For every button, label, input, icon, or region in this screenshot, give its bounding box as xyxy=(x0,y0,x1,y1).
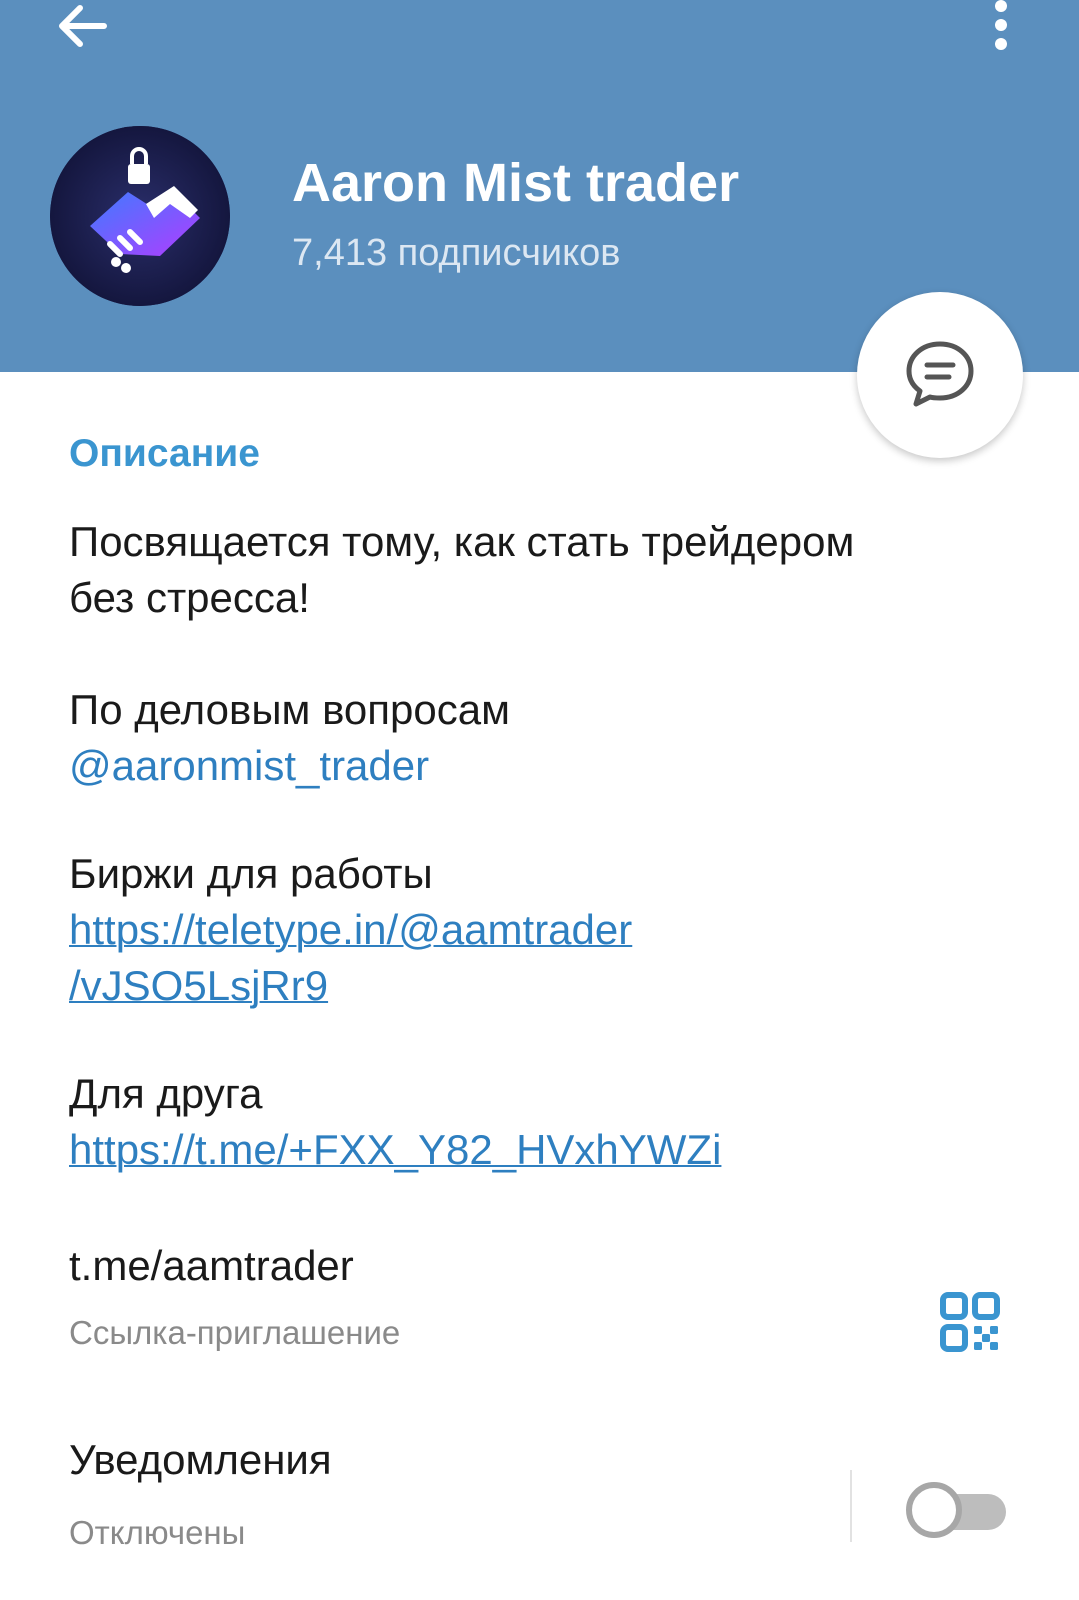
description-text: Посвящается тому, как стать трейдером бе… xyxy=(69,514,854,626)
invite-link[interactable]: t.me/aamtrader xyxy=(69,1242,354,1290)
subscriber-count: 7,413 подписчиков xyxy=(292,232,621,274)
exchanges-link[interactable]: https://teletype.in/@aamtrader xyxy=(69,902,632,958)
friend-label: Для друга xyxy=(69,1070,263,1117)
exchanges-link-continued[interactable]: /vJSO5LsjRr9 xyxy=(69,958,632,1014)
divider xyxy=(850,1470,852,1542)
qr-code-button[interactable] xyxy=(940,1292,1000,1352)
friend-block: Для друга https://t.me/+FXX_Y82_HVxhYWZi xyxy=(69,1066,721,1178)
notifications-status: Отключены xyxy=(69,1514,246,1551)
description-section-title: Описание xyxy=(69,432,260,475)
friend-link[interactable]: https://t.me/+FXX_Y82_HVxhYWZi xyxy=(69,1122,721,1178)
channel-title: Aaron Mist trader xyxy=(292,153,740,213)
handshake-lock-logo xyxy=(50,126,230,306)
business-block: По деловым вопросам @aaronmist_trader xyxy=(69,682,510,794)
discussion-button[interactable] xyxy=(857,292,1023,458)
business-handle-link[interactable]: @aaronmist_trader xyxy=(69,738,510,794)
more-vertical-icon xyxy=(995,0,1007,50)
exchanges-label: Биржи для работы xyxy=(69,850,433,897)
notifications-toggle[interactable] xyxy=(906,1482,1006,1538)
notifications-label: Уведомления xyxy=(69,1436,332,1483)
description-line: Посвящается тому, как стать трейдером xyxy=(69,518,855,565)
more-options-button[interactable] xyxy=(986,0,1016,60)
description-line: без стресса! xyxy=(69,574,310,621)
qr-code-icon xyxy=(940,1292,1000,1352)
chat-icon xyxy=(906,341,974,407)
back-button[interactable] xyxy=(50,0,114,56)
exchanges-block: Биржи для работы https://teletype.in/@aa… xyxy=(69,846,632,1014)
arrow-left-icon xyxy=(59,5,107,47)
invite-link-caption: Ссылка-приглашение xyxy=(69,1314,401,1351)
business-label: По деловым вопросам xyxy=(69,686,510,733)
channel-avatar[interactable] xyxy=(50,126,230,306)
toggle-knob xyxy=(906,1482,962,1538)
